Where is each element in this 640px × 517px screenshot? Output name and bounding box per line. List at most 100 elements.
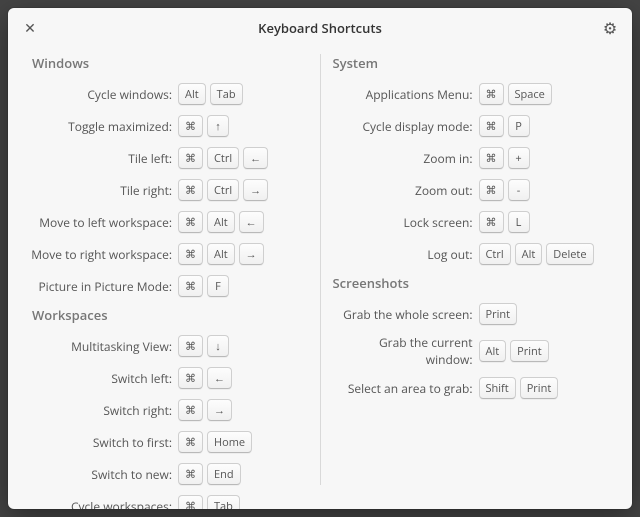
keycap: Alt <box>207 211 235 233</box>
keycap: ⌘ <box>178 399 203 421</box>
shortcut-label: Switch to first: <box>30 434 178 451</box>
keycap: Tab <box>210 83 243 105</box>
keycap: Ctrl <box>479 243 511 265</box>
window-title: Keyboard Shortcuts <box>258 19 382 37</box>
section-windows-title: Windows <box>32 54 310 72</box>
keycap: ↓ <box>207 335 229 357</box>
section-screenshots: Grab the whole screen:PrintGrab the curr… <box>331 302 611 400</box>
section-workspaces-title: Workspaces <box>32 306 310 324</box>
close-icon: ✕ <box>24 19 36 38</box>
shortcut-label: Tile left: <box>30 150 178 167</box>
keycap: ⌘ <box>178 275 203 297</box>
shortcut-label: Applications Menu: <box>331 86 479 103</box>
shortcut-label: Cycle windows: <box>30 86 178 103</box>
shortcut-row: Switch to new:⌘End <box>30 462 310 486</box>
shortcut-row: Switch right:⌘→ <box>30 398 310 422</box>
shortcut-keys: ⌘Alt← <box>178 211 264 233</box>
keycap: Print <box>520 377 559 399</box>
shortcut-label: Zoom out: <box>331 182 479 199</box>
shortcut-label: Cycle display mode: <box>331 118 479 135</box>
shortcut-row: Move to right workspace:⌘Alt→ <box>30 242 310 266</box>
keycap: ⌘ <box>479 83 504 105</box>
shortcut-label: Switch to new: <box>30 466 178 483</box>
keycap: - <box>508 179 530 201</box>
close-button[interactable]: ✕ <box>20 18 40 38</box>
keycap: ⌘ <box>178 243 203 265</box>
keycap: Alt <box>479 340 507 362</box>
keycap: ⌘ <box>178 147 203 169</box>
shortcut-keys: AltTab <box>178 83 243 105</box>
shortcut-keys: ⌘Ctrl← <box>178 147 268 169</box>
right-column: System Applications Menu:⌘Space Cycle dis… <box>321 48 621 495</box>
shortcut-label: Switch right: <box>30 402 178 419</box>
keycap: ⌘ <box>178 179 203 201</box>
shortcut-label: Grab the whole screen: <box>331 306 479 323</box>
keycap: Alt <box>515 243 543 265</box>
keycap: → <box>207 399 232 421</box>
shortcut-label: Toggle maximized: <box>30 118 178 135</box>
shortcut-label: Multitasking View: <box>30 338 178 355</box>
shortcut-keys: ⌘P <box>479 115 530 137</box>
shortcut-keys: ⌘↑ <box>178 115 229 137</box>
keycap: Alt <box>178 83 206 105</box>
shortcut-keys: ShiftPrint <box>479 377 559 399</box>
keycap: Alt <box>207 243 235 265</box>
keycap: Delete <box>546 243 593 265</box>
keycap: → <box>239 243 264 265</box>
shortcut-keys: ⌘→ <box>178 399 232 421</box>
shortcut-label: Log out: <box>331 246 479 263</box>
shortcut-keys: ⌘- <box>479 179 530 201</box>
shortcut-row: Move to left workspace:⌘Alt← <box>30 210 310 234</box>
keycap: Ctrl <box>207 179 239 201</box>
shortcut-row: Cycle workspaces:⌘ Tab <box>30 494 310 509</box>
shortcut-keys: ⌘Ctrl→ <box>178 179 268 201</box>
settings-button[interactable]: ⚙ <box>600 18 620 38</box>
keycap: ⌘ <box>178 495 203 509</box>
keycap: → <box>243 179 268 201</box>
shortcut-label: Move to left workspace: <box>30 214 178 231</box>
section-screenshots-title: Screenshots <box>333 274 611 292</box>
shortcut-row: Switch left:⌘← <box>30 366 310 390</box>
shortcut-keys: Print <box>479 303 518 325</box>
titlebar: ✕ Keyboard Shortcuts ⚙ <box>8 8 632 48</box>
keycap: ⌘ <box>178 463 203 485</box>
shortcut-row: Picture in Picture Mode:⌘F <box>30 274 310 298</box>
section-system-title: System <box>333 54 611 72</box>
shortcut-row: Toggle maximized:⌘↑ <box>30 114 310 138</box>
keycap: P <box>508 115 530 137</box>
keycap: Home <box>207 431 252 453</box>
shortcut-keys: ⌘ Tab <box>178 495 240 509</box>
shortcut-label: Picture in Picture Mode: <box>30 278 178 295</box>
shortcut-row: Tile right:⌘Ctrl→ <box>30 178 310 202</box>
shortcut-keys: ⌘F <box>178 275 229 297</box>
keycap: F <box>207 275 229 297</box>
keycap: Ctrl <box>207 147 239 169</box>
keycap: ⌘ <box>178 211 203 233</box>
shortcut-row: Applications Menu:⌘Space <box>331 82 611 106</box>
section-windows: Cycle windows:AltTabToggle maximized:⌘↑T… <box>30 82 310 298</box>
gear-icon: ⚙ <box>603 17 617 39</box>
shortcut-keys: ⌘L <box>479 211 530 233</box>
shortcut-keys: ⌘← <box>178 367 232 389</box>
shortcut-label: Cycle workspaces: <box>30 498 178 510</box>
shortcut-label: Tile right: <box>30 182 178 199</box>
shortcut-keys: ⌘Home <box>178 431 252 453</box>
keycap: ↑ <box>207 115 229 137</box>
shortcut-row: Select an area to grab:ShiftPrint <box>331 376 611 400</box>
shortcut-keys: ⌘End <box>178 463 241 485</box>
shortcut-label: Grab the current window: <box>331 334 479 368</box>
keycap: ⌘ <box>479 179 504 201</box>
keycap: Tab <box>207 495 240 509</box>
keycap: End <box>207 463 241 485</box>
shortcut-row: Grab the whole screen:Print <box>331 302 611 326</box>
shortcut-row: Cycle windows:AltTab <box>30 82 310 106</box>
shortcut-label: Lock screen: <box>331 214 479 231</box>
keycap: ⌘ <box>178 367 203 389</box>
keycap: ⌘ <box>479 115 504 137</box>
keycap: ⌘ <box>479 211 504 233</box>
keycap: ← <box>243 147 268 169</box>
shortcuts-window: ✕ Keyboard Shortcuts ⚙ Windows Cycle win… <box>8 8 632 509</box>
left-column: Windows Cycle windows:AltTabToggle maxim… <box>20 48 320 495</box>
section-system: Applications Menu:⌘Space Cycle display mo… <box>331 82 611 266</box>
shortcut-row: Multitasking View:⌘↓ <box>30 334 310 358</box>
